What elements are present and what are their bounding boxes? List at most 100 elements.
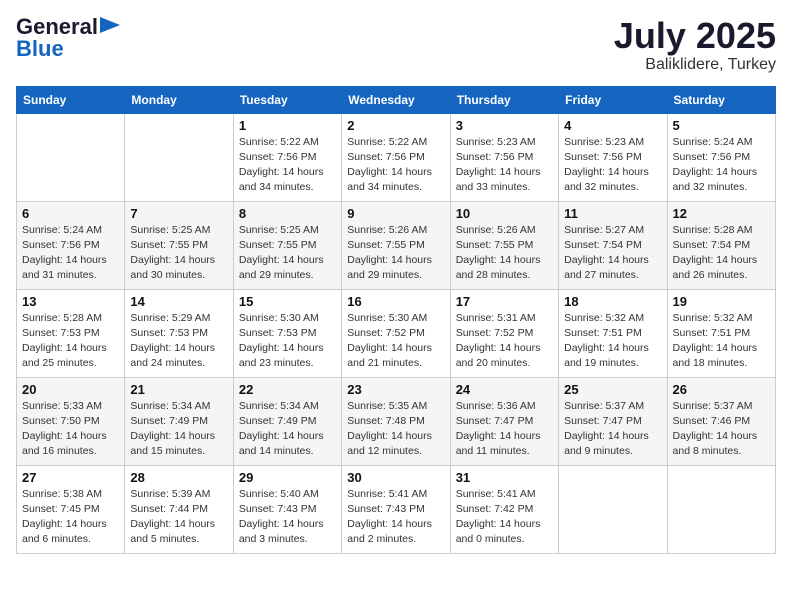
- day-detail: Sunrise: 5:34 AM Sunset: 7:49 PM Dayligh…: [239, 399, 336, 460]
- day-detail: Sunrise: 5:29 AM Sunset: 7:53 PM Dayligh…: [130, 311, 227, 372]
- calendar-cell: 4 Sunrise: 5:23 AM Sunset: 7:56 PM Daylig…: [559, 113, 667, 201]
- day-number: 4: [564, 118, 661, 133]
- day-detail: Sunrise: 5:41 AM Sunset: 7:42 PM Dayligh…: [456, 487, 553, 548]
- calendar-cell: 22 Sunrise: 5:34 AM Sunset: 7:49 PM Dayli…: [233, 377, 341, 465]
- day-number: 18: [564, 294, 661, 309]
- day-number: 10: [456, 206, 553, 221]
- day-detail: Sunrise: 5:37 AM Sunset: 7:46 PM Dayligh…: [673, 399, 770, 460]
- calendar-cell: [559, 465, 667, 553]
- calendar-cell: 26 Sunrise: 5:37 AM Sunset: 7:46 PM Dayli…: [667, 377, 775, 465]
- day-number: 22: [239, 382, 336, 397]
- day-number: 16: [347, 294, 444, 309]
- day-number: 24: [456, 382, 553, 397]
- calendar-cell: 31 Sunrise: 5:41 AM Sunset: 7:42 PM Dayli…: [450, 465, 558, 553]
- day-detail: Sunrise: 5:26 AM Sunset: 7:55 PM Dayligh…: [347, 223, 444, 284]
- calendar-cell: 15Sunrise: 5:30 AM Sunset: 7:53 PM Dayli…: [233, 289, 341, 377]
- calendar-cell: 14 Sunrise: 5:29 AM Sunset: 7:53 PM Dayli…: [125, 289, 233, 377]
- calendar-cell: 3Sunrise: 5:23 AM Sunset: 7:56 PM Daylig…: [450, 113, 558, 201]
- day-detail: Sunrise: 5:40 AM Sunset: 7:43 PM Dayligh…: [239, 487, 336, 548]
- calendar-cell: 1 Sunrise: 5:22 AM Sunset: 7:56 PM Daylig…: [233, 113, 341, 201]
- day-number: 20: [22, 382, 119, 397]
- day-number: 6: [22, 206, 119, 221]
- day-detail: Sunrise: 5:30 AM Sunset: 7:53 PM Dayligh…: [239, 311, 336, 372]
- day-detail: Sunrise: 5:26 AM Sunset: 7:55 PM Dayligh…: [456, 223, 553, 284]
- logo-blue-text: Blue: [16, 38, 64, 60]
- day-number: 25: [564, 382, 661, 397]
- day-number: 1: [239, 118, 336, 133]
- calendar-cell: [17, 113, 125, 201]
- day-number: 17: [456, 294, 553, 309]
- calendar-cell: [125, 113, 233, 201]
- weekday-header-row: SundayMondayTuesdayWednesdayThursdayFrid…: [17, 86, 776, 113]
- weekday-header-sunday: Sunday: [17, 86, 125, 113]
- calendar-week-row: 6 Sunrise: 5:24 AM Sunset: 7:56 PM Daylig…: [17, 201, 776, 289]
- day-number: 5: [673, 118, 770, 133]
- calendar-week-row: 20Sunrise: 5:33 AM Sunset: 7:50 PM Dayli…: [17, 377, 776, 465]
- day-detail: Sunrise: 5:36 AM Sunset: 7:47 PM Dayligh…: [456, 399, 553, 460]
- calendar-title: July 2025: [614, 16, 776, 56]
- calendar-week-row: 1 Sunrise: 5:22 AM Sunset: 7:56 PM Daylig…: [17, 113, 776, 201]
- day-number: 12: [673, 206, 770, 221]
- calendar-cell: 10 Sunrise: 5:26 AM Sunset: 7:55 PM Dayli…: [450, 201, 558, 289]
- day-detail: Sunrise: 5:32 AM Sunset: 7:51 PM Dayligh…: [673, 311, 770, 372]
- calendar-cell: 29 Sunrise: 5:40 AM Sunset: 7:43 PM Dayli…: [233, 465, 341, 553]
- day-detail: Sunrise: 5:39 AM Sunset: 7:44 PM Dayligh…: [130, 487, 227, 548]
- day-number: 3: [456, 118, 553, 133]
- day-number: 28: [130, 470, 227, 485]
- day-detail: Sunrise: 5:41 AM Sunset: 7:43 PM Dayligh…: [347, 487, 444, 548]
- calendar-cell: 13 Sunrise: 5:28 AM Sunset: 7:53 PM Dayli…: [17, 289, 125, 377]
- day-detail: Sunrise: 5:22 AM Sunset: 7:56 PM Dayligh…: [239, 135, 336, 196]
- calendar-table: SundayMondayTuesdayWednesdayThursdayFrid…: [16, 86, 776, 554]
- calendar-cell: 25 Sunrise: 5:37 AM Sunset: 7:47 PM Dayli…: [559, 377, 667, 465]
- day-detail: Sunrise: 5:25 AM Sunset: 7:55 PM Dayligh…: [239, 223, 336, 284]
- day-number: 9: [347, 206, 444, 221]
- logo: General Blue: [16, 16, 120, 60]
- calendar-cell: 24 Sunrise: 5:36 AM Sunset: 7:47 PM Dayli…: [450, 377, 558, 465]
- day-number: 29: [239, 470, 336, 485]
- title-block: July 2025 Baliklidere, Turkey: [614, 16, 776, 74]
- calendar-cell: 16 Sunrise: 5:30 AM Sunset: 7:52 PM Dayli…: [342, 289, 450, 377]
- calendar-week-row: 27Sunrise: 5:38 AM Sunset: 7:45 PM Dayli…: [17, 465, 776, 553]
- day-number: 31: [456, 470, 553, 485]
- calendar-cell: 27Sunrise: 5:38 AM Sunset: 7:45 PM Dayli…: [17, 465, 125, 553]
- calendar-cell: 18 Sunrise: 5:32 AM Sunset: 7:51 PM Dayli…: [559, 289, 667, 377]
- day-detail: Sunrise: 5:28 AM Sunset: 7:53 PM Dayligh…: [22, 311, 119, 372]
- calendar-cell: 6 Sunrise: 5:24 AM Sunset: 7:56 PM Daylig…: [17, 201, 125, 289]
- day-detail: Sunrise: 5:24 AM Sunset: 7:56 PM Dayligh…: [673, 135, 770, 196]
- day-number: 19: [673, 294, 770, 309]
- calendar-cell: 11 Sunrise: 5:27 AM Sunset: 7:54 PM Dayli…: [559, 201, 667, 289]
- day-number: 7: [130, 206, 227, 221]
- day-detail: Sunrise: 5:28 AM Sunset: 7:54 PM Dayligh…: [673, 223, 770, 284]
- weekday-header-saturday: Saturday: [667, 86, 775, 113]
- day-number: 14: [130, 294, 227, 309]
- calendar-cell: 2 Sunrise: 5:22 AM Sunset: 7:56 PM Daylig…: [342, 113, 450, 201]
- day-detail: Sunrise: 5:22 AM Sunset: 7:56 PM Dayligh…: [347, 135, 444, 196]
- day-detail: Sunrise: 5:23 AM Sunset: 7:56 PM Dayligh…: [564, 135, 661, 196]
- calendar-cell: 30 Sunrise: 5:41 AM Sunset: 7:43 PM Dayli…: [342, 465, 450, 553]
- day-detail: Sunrise: 5:27 AM Sunset: 7:54 PM Dayligh…: [564, 223, 661, 284]
- day-detail: Sunrise: 5:32 AM Sunset: 7:51 PM Dayligh…: [564, 311, 661, 372]
- day-detail: Sunrise: 5:25 AM Sunset: 7:55 PM Dayligh…: [130, 223, 227, 284]
- day-number: 30: [347, 470, 444, 485]
- page-header: General Blue July 2025 Baliklidere, Turk…: [16, 16, 776, 74]
- day-number: 11: [564, 206, 661, 221]
- calendar-cell: 23Sunrise: 5:35 AM Sunset: 7:48 PM Dayli…: [342, 377, 450, 465]
- day-number: 2: [347, 118, 444, 133]
- day-detail: Sunrise: 5:35 AM Sunset: 7:48 PM Dayligh…: [347, 399, 444, 460]
- calendar-cell: 19 Sunrise: 5:32 AM Sunset: 7:51 PM Dayli…: [667, 289, 775, 377]
- day-number: 8: [239, 206, 336, 221]
- day-number: 26: [673, 382, 770, 397]
- day-detail: Sunrise: 5:24 AM Sunset: 7:56 PM Dayligh…: [22, 223, 119, 284]
- calendar-cell: 28 Sunrise: 5:39 AM Sunset: 7:44 PM Dayli…: [125, 465, 233, 553]
- calendar-cell: 20Sunrise: 5:33 AM Sunset: 7:50 PM Dayli…: [17, 377, 125, 465]
- day-detail: Sunrise: 5:30 AM Sunset: 7:52 PM Dayligh…: [347, 311, 444, 372]
- weekday-header-wednesday: Wednesday: [342, 86, 450, 113]
- calendar-cell: 5 Sunrise: 5:24 AM Sunset: 7:56 PM Daylig…: [667, 113, 775, 201]
- calendar-cell: 8 Sunrise: 5:25 AM Sunset: 7:55 PM Daylig…: [233, 201, 341, 289]
- weekday-header-monday: Monday: [125, 86, 233, 113]
- day-detail: Sunrise: 5:37 AM Sunset: 7:47 PM Dayligh…: [564, 399, 661, 460]
- calendar-cell: 17Sunrise: 5:31 AM Sunset: 7:52 PM Dayli…: [450, 289, 558, 377]
- day-number: 13: [22, 294, 119, 309]
- logo-general-text: General: [16, 16, 98, 38]
- day-number: 21: [130, 382, 227, 397]
